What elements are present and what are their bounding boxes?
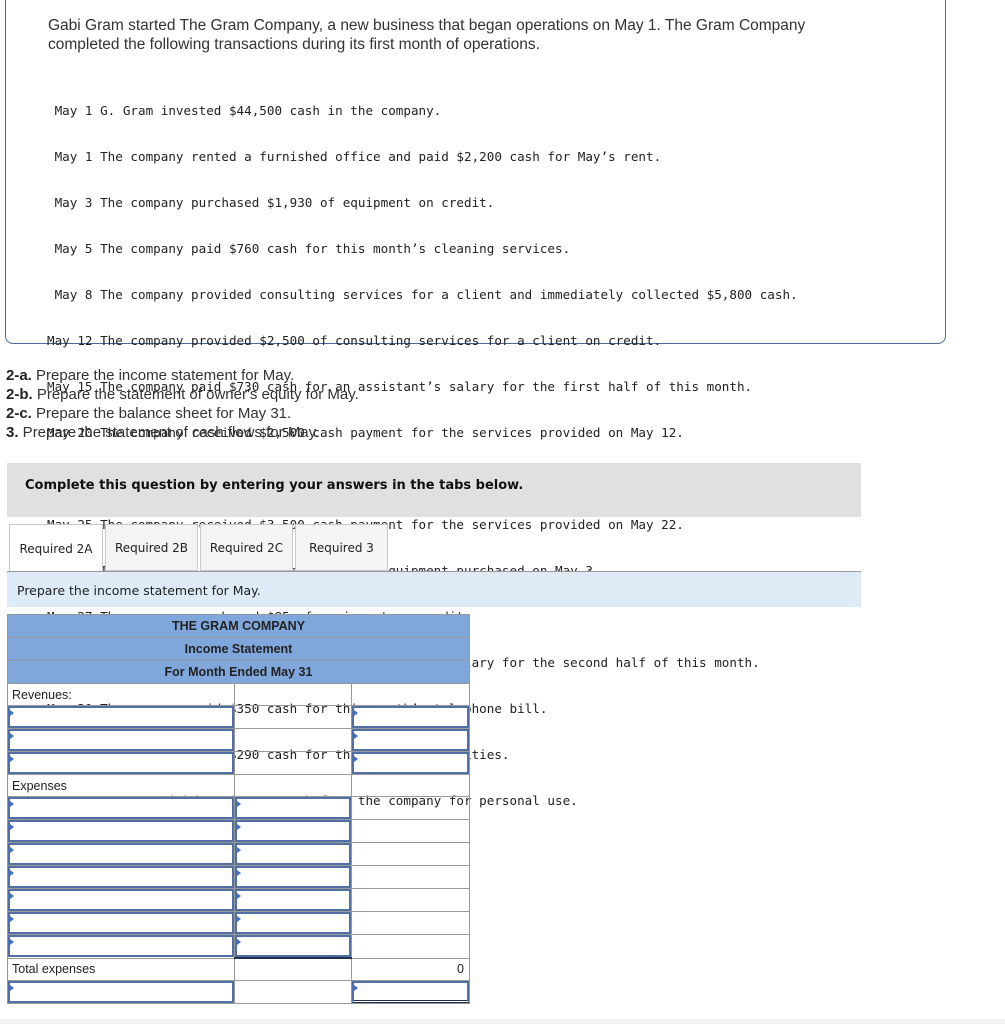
requirement-item: 2-b. Prepare the statement of owner's eq… (6, 385, 359, 404)
expense-row (7, 888, 470, 912)
total-expenses-label: Total expenses (7, 957, 235, 981)
revenue-amount-input[interactable] (352, 752, 469, 774)
requirement-item: 2-a. Prepare the income statement for Ma… (6, 366, 359, 385)
requirement-text: Prepare the balance sheet for May 31. (31, 405, 292, 422)
requirements-list: 2-a. Prepare the income statement for Ma… (6, 366, 359, 442)
requirement-label: 2-a. (6, 367, 32, 384)
expense-account-input[interactable] (8, 935, 234, 958)
revenue-amount-input[interactable] (352, 729, 469, 751)
banner-text: Complete this question by entering your … (25, 478, 524, 493)
tab-instruction-bar: Prepare the income statement for May. (7, 572, 861, 607)
expense-account-input[interactable] (8, 866, 234, 888)
revenue-row (7, 728, 470, 752)
tab-required-3[interactable]: Required 3 (295, 524, 388, 571)
requirement-label: 2-b. (6, 386, 33, 403)
expenses-label: Expenses (7, 774, 235, 797)
tab-bar: Required 2A Required 2B Required 2C Requ… (9, 524, 390, 572)
expense-account-input[interactable] (8, 912, 234, 934)
expense-account-input[interactable] (8, 797, 234, 819)
expense-amount-input[interactable] (235, 820, 351, 842)
expense-row (7, 934, 470, 959)
expense-row (7, 911, 470, 935)
revenues-header-row: Revenues: (7, 683, 470, 706)
transaction-item: May 3 The company purchased $1,930 of eq… (47, 194, 495, 210)
page-bottom-strip (0, 1019, 1005, 1024)
statement-title: Income Statement (7, 637, 470, 661)
expense-amount-input[interactable] (235, 912, 351, 934)
transaction-item: May 8 The company provided consulting se… (47, 286, 798, 302)
total-expenses-row: Total expenses 0 (7, 957, 470, 981)
expense-amount-input[interactable] (235, 889, 351, 911)
statement-period: For Month Ended May 31 (7, 660, 470, 684)
revenue-amount-input[interactable] (352, 706, 469, 728)
expense-account-input[interactable] (8, 820, 234, 842)
requirement-item: 3. Prepare the statement of cash flows f… (6, 423, 359, 442)
expense-amount-input[interactable] (235, 866, 351, 888)
expense-amount-input[interactable] (235, 843, 351, 865)
total-expenses-value: 0 (351, 957, 470, 981)
net-income-amount-input[interactable] (352, 980, 469, 1003)
statement-company: THE GRAM COMPANY (7, 614, 470, 638)
transaction-item: May 1 The company rented a furnished off… (47, 148, 662, 164)
revenue-account-input[interactable] (8, 729, 234, 751)
requirement-text: Prepare the statement of cash flows for … (18, 424, 320, 441)
revenues-label: Revenues: (7, 683, 235, 706)
net-income-row (7, 979, 470, 1004)
revenue-row (7, 751, 470, 775)
tab-required-2c[interactable]: Required 2C (200, 524, 293, 571)
transaction-item: May 5 The company paid $760 cash for thi… (47, 240, 571, 256)
transaction-item: May 1 G. Gram invested $44,500 cash in t… (47, 102, 442, 118)
expense-row (7, 842, 470, 866)
tab-required-2b[interactable]: Required 2B (105, 524, 198, 571)
expense-account-input[interactable] (8, 843, 234, 865)
requirement-label: 3. (6, 424, 19, 441)
requirement-text: Prepare the statement of owner's equity … (32, 386, 359, 403)
instructions-banner: Complete this question by entering your … (7, 463, 861, 517)
transaction-item: May 12 The company provided $2,500 of co… (47, 332, 662, 348)
requirement-item: 2-c. Prepare the balance sheet for May 3… (6, 404, 359, 423)
revenue-row (7, 705, 470, 729)
income-statement-table: THE GRAM COMPANY Income Statement For Mo… (7, 614, 470, 1004)
expense-account-input[interactable] (8, 889, 234, 911)
expense-amount-input[interactable] (235, 935, 351, 957)
expense-amount-input[interactable] (235, 797, 351, 819)
expense-row (7, 796, 470, 820)
requirement-label: 2-c. (6, 405, 32, 422)
net-income-label-input[interactable] (8, 980, 234, 1003)
requirement-text: Prepare the income statement for May. (31, 367, 295, 384)
revenue-account-input[interactable] (8, 752, 234, 774)
expenses-header-row: Expenses (7, 774, 470, 797)
expense-row (7, 819, 470, 843)
tab-required-2a[interactable]: Required 2A (9, 524, 103, 572)
problem-intro: Gabi Gram started The Gram Company, a ne… (48, 17, 806, 53)
expense-row (7, 865, 470, 889)
tab-instruction-text: Prepare the income statement for May. (17, 583, 261, 598)
revenue-account-input[interactable] (8, 706, 234, 728)
